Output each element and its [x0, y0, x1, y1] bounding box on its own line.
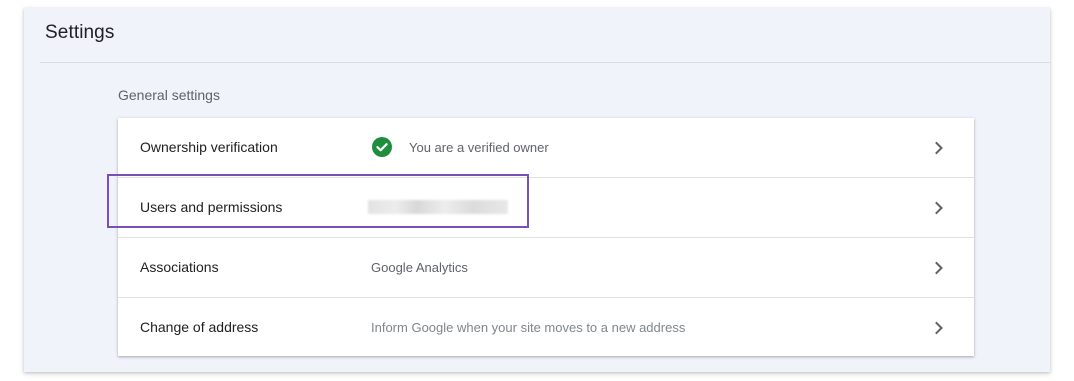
chevron-right-icon — [935, 201, 943, 215]
chevron-right-icon — [935, 141, 943, 155]
change-of-address-row[interactable]: Change of address Inform Google when you… — [118, 298, 974, 357]
section-title: General settings — [118, 87, 220, 103]
general-settings-card: Ownership verification You are a verifie… — [118, 118, 974, 356]
chevron-right-icon — [935, 261, 943, 275]
row-value: You are a verified owner — [409, 140, 549, 155]
ownership-verification-row[interactable]: Ownership verification You are a verifie… — [118, 118, 974, 178]
highlight-annotation-box — [107, 174, 529, 228]
associations-row[interactable]: Associations Google Analytics — [118, 238, 974, 298]
page-title: Settings — [45, 22, 115, 43]
row-value: Google Analytics — [371, 260, 468, 275]
header-divider — [40, 62, 1050, 63]
row-label: Associations — [140, 259, 219, 275]
row-label: Ownership verification — [140, 139, 278, 155]
chevron-right-icon — [935, 321, 943, 335]
row-label: Change of address — [140, 319, 259, 335]
check-circle-icon — [372, 137, 392, 157]
row-value: Inform Google when your site moves to a … — [371, 320, 686, 335]
